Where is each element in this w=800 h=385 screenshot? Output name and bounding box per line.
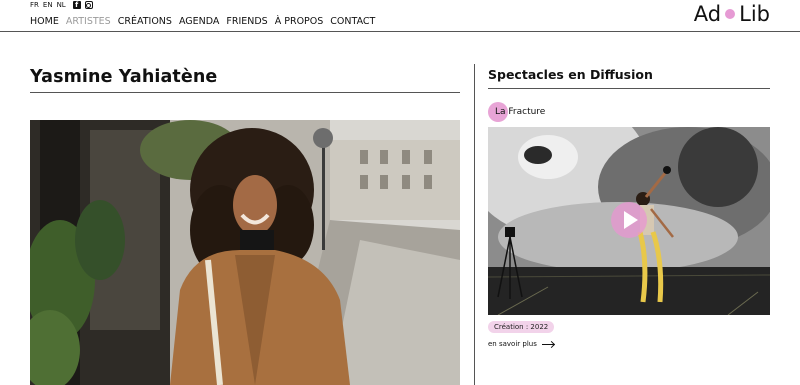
read-more-link[interactable]: en savoir plus (488, 340, 554, 348)
logo-text-right: Lib (739, 2, 770, 26)
instagram-icon[interactable] (84, 1, 93, 9)
nav-a-propos[interactable]: À PROPOS (275, 16, 324, 27)
logo-text-left: Ad (693, 2, 722, 26)
language-switcher: FR EN NL f (30, 1, 93, 9)
nav-home[interactable]: HOME (30, 16, 59, 27)
arrow-right-icon (541, 343, 554, 345)
lang-en[interactable]: EN (43, 1, 53, 9)
show-title-link[interactable]: La Fracture (488, 102, 545, 122)
shows-title-divider (488, 88, 770, 89)
nav-agenda[interactable]: AGENDA (179, 16, 219, 27)
facebook-icon[interactable]: f (72, 1, 81, 9)
logo-dot-icon (725, 9, 736, 19)
artist-photo (30, 120, 460, 385)
show-title: La Fracture (495, 107, 546, 117)
creation-year-badge: Création : 2022 (488, 321, 555, 333)
show-video-thumbnail[interactable] (488, 127, 770, 315)
site-header: FR EN NL f HOME ARTISTES CRÉATIONS AGEND… (0, 0, 800, 32)
nav-contact[interactable]: CONTACT (330, 16, 375, 27)
nav-friends[interactable]: FRIENDS (226, 16, 267, 27)
shows-section-title: Spectacles en Diffusion (488, 67, 653, 82)
lang-fr[interactable]: FR (30, 1, 39, 9)
read-more-label: en savoir plus (488, 340, 537, 348)
lang-nl[interactable]: NL (57, 1, 66, 9)
title-divider (30, 92, 460, 93)
nav-artistes[interactable]: ARTISTES (66, 16, 111, 27)
play-icon[interactable] (611, 202, 647, 238)
site-logo[interactable]: Ad Lib (694, 2, 770, 26)
column-divider (474, 64, 475, 385)
artist-name: Yasmine Yahiatène (30, 67, 218, 87)
main-nav: HOME ARTISTES CRÉATIONS AGENDA FRIENDS À… (30, 16, 375, 27)
nav-creations[interactable]: CRÉATIONS (118, 16, 172, 27)
